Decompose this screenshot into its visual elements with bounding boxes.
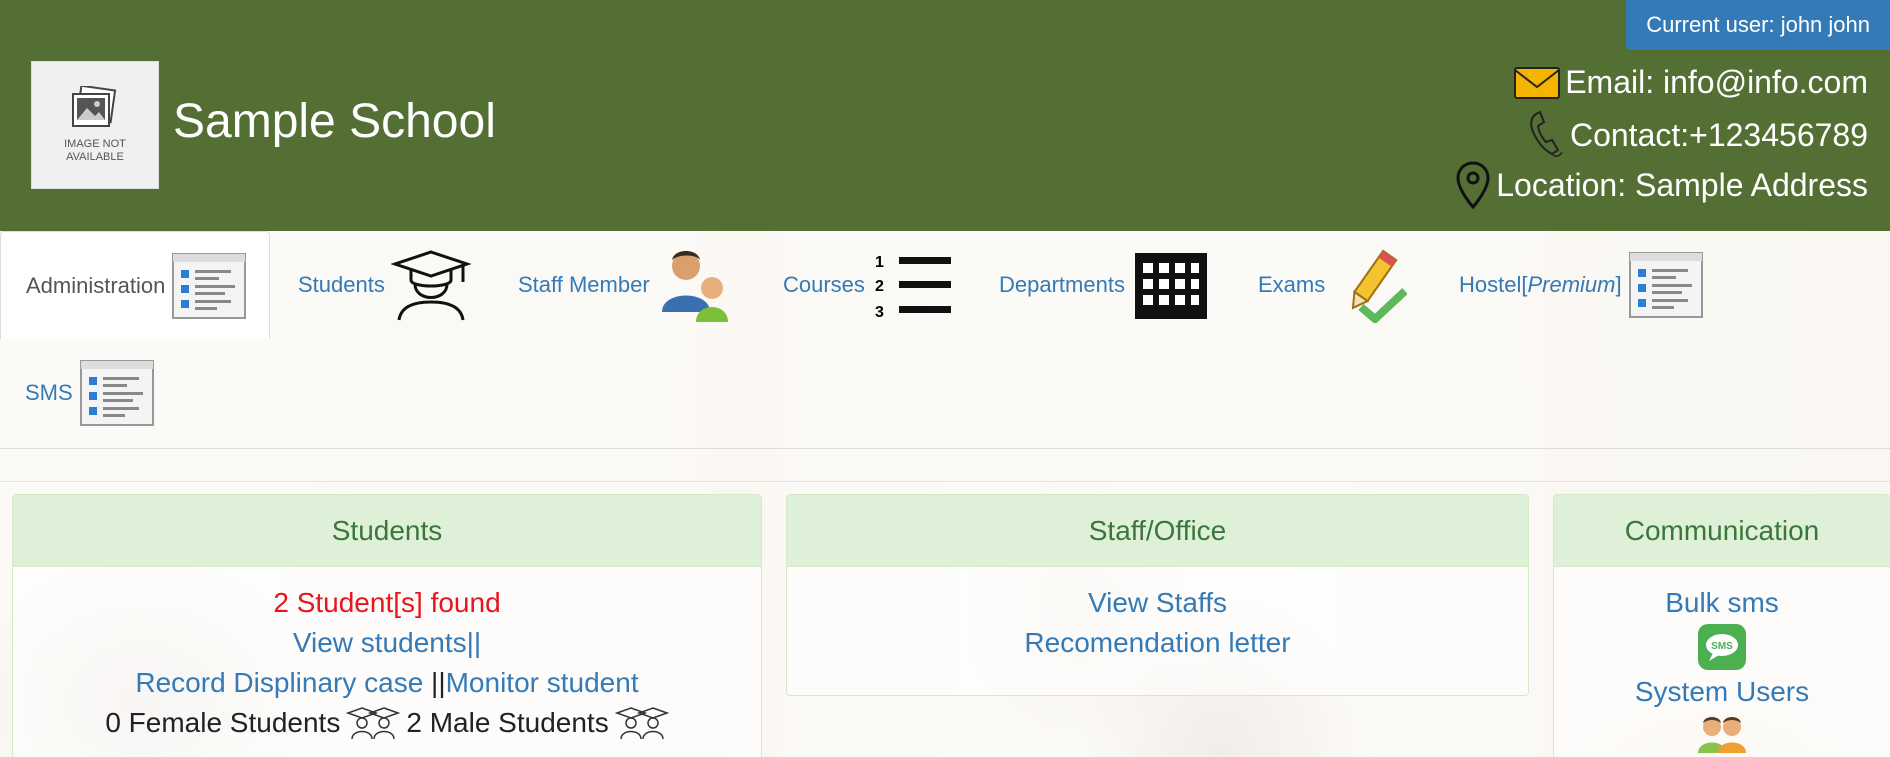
logo-caption: IMAGE NOT AVAILABLE: [64, 138, 126, 163]
pencil-check-icon: [1331, 247, 1408, 323]
communication-panel-body: Bulk sms SMS System Users: [1554, 567, 1890, 753]
sms-bubble-icon: SMS: [1698, 624, 1746, 670]
tab-departments[interactable]: Departments: [974, 231, 1211, 339]
tab-administration[interactable]: Administration: [0, 231, 270, 339]
email-text[interactable]: Email: info@info.com: [1565, 64, 1868, 101]
tab-sms[interactable]: SMS: [0, 339, 155, 447]
view-students-row: View students||: [292, 627, 482, 658]
monitor-student-link[interactable]: Monitor student: [446, 667, 639, 698]
users-icon-row: [1554, 713, 1890, 753]
email-line: Email: info@info.com: [1513, 64, 1868, 101]
tab-label: Exams: [1258, 272, 1326, 297]
sms-icon-row: SMS: [1554, 623, 1890, 671]
site-header: IMAGE NOT AVAILABLE Sample School Current…: [0, 0, 1890, 231]
tab-exams[interactable]: Exams: [1233, 231, 1408, 339]
contact-text: Contact:+123456789: [1569, 116, 1868, 153]
students-found-count: 2 Student[s] found: [273, 587, 501, 618]
staff-panel-body: View Staffs Recomendation letter: [787, 567, 1528, 663]
tab-label: Courses: [783, 272, 865, 297]
staff-people-icon: [656, 246, 736, 324]
svg-text:SMS: SMS: [1711, 641, 1733, 652]
svg-text:2: 2: [875, 278, 884, 295]
graduate-icon: [390, 248, 471, 322]
tab-label: Hostel: [1459, 272, 1522, 297]
school-logo: IMAGE NOT AVAILABLE: [31, 61, 159, 189]
contact-line: Contact:+123456789: [1526, 110, 1868, 160]
image-placeholder-icon: [72, 86, 117, 127]
list-document-icon: [1628, 251, 1704, 319]
phone-icon: [1530, 110, 1563, 157]
students-panel-title: Students: [13, 495, 761, 567]
svg-text:3: 3: [875, 304, 884, 321]
female-count: 0 Female Students: [105, 707, 341, 738]
building-icon: [1131, 249, 1211, 321]
numbered-list-icon: 1 2 3: [871, 249, 957, 321]
list-document-icon: [79, 359, 155, 427]
tab-courses[interactable]: Courses 1 2 3: [758, 231, 957, 339]
tab-label: Staff Member: [518, 272, 650, 297]
communication-panel: Communication Bulk sms SMS System Users: [1553, 494, 1890, 757]
users-group-icon: [1698, 717, 1746, 753]
record-disciplinary-link[interactable]: Record Displinary case: [135, 667, 423, 698]
system-users-link[interactable]: System Users: [1554, 671, 1890, 713]
students-group-icon: [346, 707, 401, 740]
tab-hostel[interactable]: Hostel[Premium]: [1434, 231, 1704, 339]
recommendation-letter-link[interactable]: Recomendation letter: [787, 623, 1528, 663]
tab-label: Departments: [999, 272, 1125, 297]
content-divider: [0, 481, 1890, 482]
main-nav: Administration Students Staff Member Cou…: [0, 231, 1890, 449]
current-user-badge[interactable]: Current user: john john: [1626, 0, 1890, 50]
view-students-link[interactable]: View students: [293, 627, 467, 658]
location-line: Location: Sample Address: [1454, 160, 1868, 210]
list-document-icon: [171, 252, 247, 320]
students-group-icon: [614, 707, 669, 740]
tab-label: Administration: [26, 272, 166, 298]
tab-label: SMS: [25, 380, 73, 405]
students-panel-body: 2 Student[s] found View students|| Recor…: [13, 567, 761, 743]
tab-label: Students: [298, 272, 385, 297]
svg-text:1: 1: [875, 254, 884, 271]
school-name: Sample School: [173, 95, 496, 148]
premium-label: Premium: [1527, 272, 1616, 297]
map-pin-icon: [1456, 161, 1490, 210]
gender-counts-row: 0 Female Students 2 Male Students: [13, 703, 761, 743]
view-staffs-link[interactable]: View Staffs: [787, 583, 1528, 623]
students-panel: Students 2 Student[s] found View student…: [12, 494, 762, 757]
tab-staff-member[interactable]: Staff Member: [493, 231, 736, 339]
location-text: Location: Sample Address: [1496, 166, 1868, 203]
envelope-icon: [1514, 66, 1561, 99]
tab-students[interactable]: Students: [273, 231, 471, 339]
communication-panel-title: Communication: [1554, 495, 1890, 567]
staff-panel-title: Staff/Office: [787, 495, 1528, 567]
staff-panel: Staff/Office View Staffs Recomendation l…: [786, 494, 1529, 696]
record-monitor-row: Record Displinary case ||Monitor student: [135, 667, 639, 698]
bulk-sms-link[interactable]: Bulk sms: [1554, 583, 1890, 623]
male-count: 2 Male Students: [406, 707, 609, 738]
